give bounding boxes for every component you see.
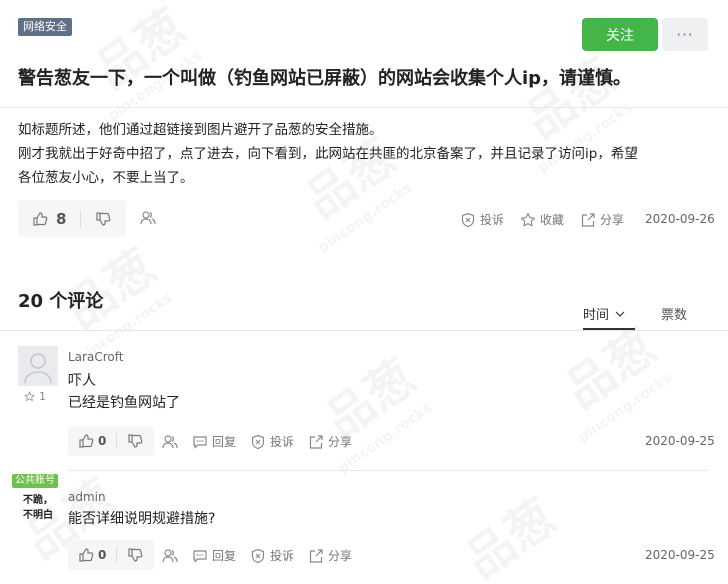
post-body-line: 如标题所述，他们通过超链接到图片避开了品葱的安全措施。 <box>18 122 383 138</box>
voters-icon[interactable] <box>162 548 178 564</box>
upvote-button[interactable]: 0 <box>68 426 116 456</box>
report-button[interactable]: 投诉 <box>250 433 294 450</box>
comment-username[interactable]: admin <box>68 490 106 504</box>
comment-icon <box>192 434 208 450</box>
watermark-text: 品葱 <box>449 479 568 584</box>
post-actions: 投诉 收藏 分享 <box>460 211 624 228</box>
comment-text: 吓人 已经是钓鱼网站了 <box>68 370 180 414</box>
upvote-button[interactable]: 0 <box>68 540 116 570</box>
reply-button[interactable]: 回复 <box>192 433 236 450</box>
favorite-button[interactable]: 收藏 <box>520 211 564 228</box>
sort-by-time-tab[interactable]: 时间 <box>583 304 626 323</box>
comments-title: 20 个评论 <box>18 291 104 312</box>
divider <box>68 470 708 471</box>
report-label: 投诉 <box>480 213 505 227</box>
shield-icon <box>460 212 476 228</box>
downvote-button[interactable] <box>117 540 153 570</box>
avatar-text-line: 不明白 <box>23 510 53 521</box>
divider <box>0 330 728 331</box>
sort-by-votes-tab[interactable]: 票数 <box>661 304 687 323</box>
report-label: 投诉 <box>270 435 295 449</box>
upvote-count: 0 <box>98 548 107 562</box>
upvote-count: 8 <box>56 209 67 228</box>
reply-label: 回复 <box>212 549 237 563</box>
thumbs-up-icon <box>78 433 94 449</box>
topic-tag[interactable]: 网络安全 <box>18 18 72 36</box>
reply-label: 回复 <box>212 435 237 449</box>
comment-username[interactable]: LaraCroft <box>68 350 123 364</box>
star-count-value: 1 <box>39 390 46 403</box>
comment-actions: 回复 投诉 分享 <box>162 547 352 564</box>
report-button[interactable]: 投诉 <box>460 211 504 228</box>
favorite-label: 收藏 <box>540 213 565 227</box>
thumbs-down-icon <box>127 547 143 563</box>
report-label: 投诉 <box>270 549 295 563</box>
sort-time-label: 时间 <box>583 308 610 323</box>
comment-date: 2020-09-25 <box>645 548 715 562</box>
post-body-line: 刚才我就出于好奇中招了，点了进去，向下看到，此网站在共匪的北京备案了，并且记录了… <box>18 146 638 162</box>
post-date: 2020-09-26 <box>645 212 715 226</box>
downvote-button[interactable] <box>81 200 125 237</box>
star-icon <box>24 391 35 402</box>
comment-line: 吓人 <box>68 373 96 389</box>
comment-line: 能否详细说明规避措施? <box>68 511 216 527</box>
watermark-text: 品葱 <box>549 309 668 421</box>
follow-button[interactable]: 关注 <box>582 18 658 51</box>
share-label: 分享 <box>600 213 625 227</box>
downvote-button[interactable] <box>117 426 153 456</box>
comment-text: 能否详细说明规避措施? <box>68 508 215 530</box>
comment-actions: 回复 投诉 分享 <box>162 433 352 450</box>
star-icon <box>520 212 536 228</box>
post-body: 如标题所述，他们通过超链接到图片避开了品葱的安全措施。 刚才我就出于好奇中招了，… <box>18 118 718 190</box>
share-button[interactable]: 分享 <box>308 433 352 450</box>
thumbs-down-icon <box>95 211 111 227</box>
post-body-line: 各位葱友小心，不要上当了。 <box>18 170 194 186</box>
comment-date: 2020-09-25 <box>645 434 715 448</box>
comment-vote-box: 0 <box>68 426 154 456</box>
comment-vote-box: 0 <box>68 540 154 570</box>
default-avatar-icon <box>24 353 52 384</box>
chevron-down-icon <box>614 308 626 320</box>
upvote-count: 0 <box>98 434 107 448</box>
avatar[interactable]: 不跪， 不明白 <box>20 493 56 523</box>
shield-icon <box>250 434 266 450</box>
shield-icon <box>250 548 266 564</box>
comment-icon <box>192 548 208 564</box>
upvote-button[interactable]: 8 <box>18 200 80 237</box>
thumbs-down-icon <box>127 433 143 449</box>
reply-button[interactable]: 回复 <box>192 547 236 564</box>
public-account-badge: 公共账号 <box>12 474 58 488</box>
thumbs-up-icon <box>32 211 48 227</box>
share-button[interactable]: 分享 <box>580 211 624 228</box>
avatar-text-line: 不跪， <box>23 495 53 506</box>
watermark-text: pincong.rocks <box>315 180 415 256</box>
post-vote-box: 8 <box>18 200 126 237</box>
thumbs-up-icon <box>78 547 94 563</box>
share-label: 分享 <box>328 435 353 449</box>
voters-icon[interactable] <box>162 434 178 450</box>
avatar[interactable] <box>18 346 58 386</box>
voters-icon[interactable] <box>140 210 156 226</box>
share-label: 分享 <box>328 549 353 563</box>
divider <box>0 107 728 108</box>
share-icon <box>580 212 596 228</box>
share-button[interactable]: 分享 <box>308 547 352 564</box>
user-star-count: 1 <box>24 390 46 403</box>
watermark-text: 品葱 <box>49 229 168 341</box>
post-title: 警告葱友一下，一个叫做（钓鱼网站已屏蔽）的网站会收集个人ip，请谨慎。 <box>18 68 632 89</box>
share-icon <box>308 548 324 564</box>
report-button[interactable]: 投诉 <box>250 547 294 564</box>
more-options-button[interactable]: ··· <box>662 18 708 51</box>
comment-line: 已经是钓鱼网站了 <box>68 395 180 411</box>
share-icon <box>308 434 324 450</box>
